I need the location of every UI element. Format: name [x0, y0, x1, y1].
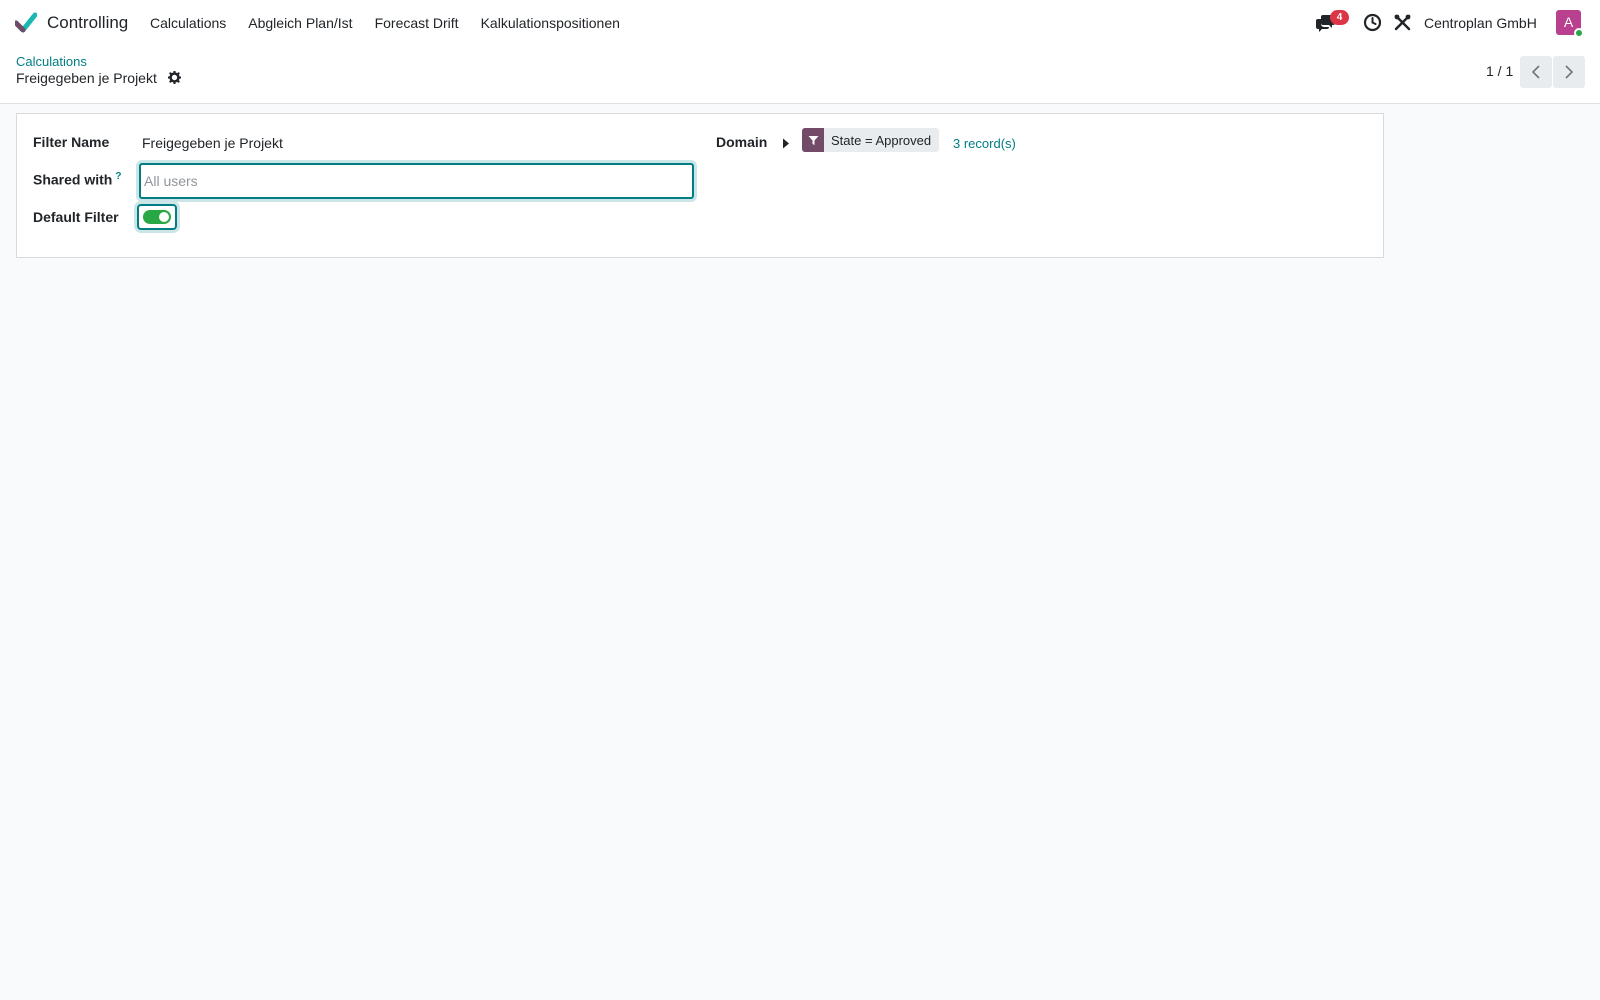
- chevron-left-icon: [1531, 65, 1540, 79]
- shared-with-label: Shared with?: [33, 171, 121, 188]
- default-filter-label: Default Filter: [33, 209, 119, 225]
- filter-name-label: Filter Name: [33, 134, 110, 150]
- menu-item-abgleich-plan-ist[interactable]: Abgleich Plan/Ist: [248, 15, 352, 31]
- chat-badge: 4: [1330, 10, 1349, 25]
- app-logo-icon[interactable]: [15, 12, 37, 34]
- breadcrumb-calculations[interactable]: Calculations: [16, 54, 87, 69]
- domain-rule-tag[interactable]: State = Approved: [802, 128, 940, 152]
- menu-item-forecast-drift[interactable]: Forecast Drift: [375, 15, 459, 31]
- pager-previous-button[interactable]: [1520, 56, 1552, 88]
- filter-icon: [802, 128, 824, 152]
- chevron-right-icon: [1565, 65, 1574, 79]
- tools-icon[interactable]: [1394, 14, 1411, 31]
- default-filter-toggle[interactable]: [137, 204, 177, 230]
- caret-right-icon[interactable]: [782, 138, 790, 149]
- gear-icon[interactable]: [168, 71, 181, 84]
- menu-item-kalkulationspositionen[interactable]: Kalkulationspositionen: [481, 15, 620, 31]
- shared-with-label-text: Shared with: [33, 171, 113, 188]
- control-panel: Calculations Freigegeben je Projekt 1 / …: [0, 46, 1600, 104]
- filter-form-sheet: Filter Name Freigegeben je Projekt Share…: [16, 113, 1384, 258]
- main-menu: Calculations Abgleich Plan/Ist Forecast …: [150, 0, 642, 46]
- company-switcher[interactable]: Centroplan GmbH: [1424, 15, 1537, 31]
- record-title: Freigegeben je Projekt: [16, 70, 157, 86]
- domain-label: Domain: [716, 134, 768, 150]
- shared-with-input[interactable]: [139, 163, 694, 199]
- pager-next-button[interactable]: [1553, 56, 1585, 88]
- app-name[interactable]: Controlling: [47, 13, 128, 33]
- help-tooltip-icon[interactable]: ?: [115, 171, 121, 182]
- record-count-link[interactable]: 3 record(s): [953, 136, 1016, 151]
- clock-icon[interactable]: [1363, 13, 1382, 32]
- top-navbar: Controlling Calculations Abgleich Plan/I…: [0, 0, 1600, 46]
- funnel-icon: [808, 135, 818, 145]
- pager-value[interactable]: 1 / 1: [1486, 63, 1513, 79]
- filter-name-field[interactable]: Freigegeben je Projekt: [142, 135, 283, 151]
- menu-item-calculations[interactable]: Calculations: [150, 15, 226, 31]
- online-status-dot: [1574, 28, 1584, 38]
- toggle-knob: [159, 212, 169, 222]
- toggle-track: [143, 210, 171, 224]
- domain-rule-text: State = Approved: [831, 132, 932, 148]
